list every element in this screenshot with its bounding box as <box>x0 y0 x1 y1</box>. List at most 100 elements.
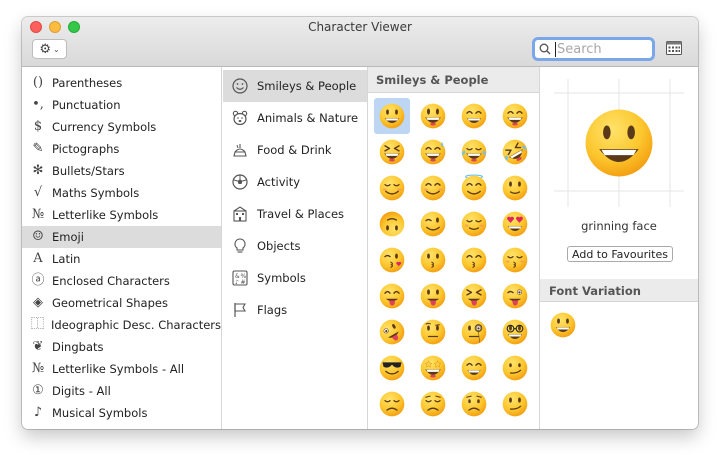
emoji-preview <box>554 79 684 207</box>
numero-all-icon: № <box>31 361 45 376</box>
category-item[interactable]: ⿰ Ideographic Desc. Characters <box>22 314 221 336</box>
add-to-favourites-button[interactable]: Add to Favourites <box>567 246 673 262</box>
gear-icon: ⚙ <box>39 41 51 57</box>
winking-face-tongue-emoji[interactable] <box>497 278 533 314</box>
category-item[interactable]: •, Punctuation <box>22 94 221 116</box>
kissing-face-smiling-eyes-emoji[interactable] <box>456 242 492 278</box>
relieved-face-emoji[interactable] <box>456 206 492 242</box>
unamused-face-emoji[interactable] <box>497 350 533 386</box>
upside-down-face-emoji[interactable] <box>374 206 410 242</box>
star-struck-emoji[interactable] <box>415 350 451 386</box>
building-icon <box>231 205 249 223</box>
grinning-face-big-eyes-emoji[interactable] <box>415 98 451 134</box>
smiling-face-smiling-eyes-emoji[interactable] <box>415 170 451 206</box>
search-input[interactable] <box>555 41 647 57</box>
nerd-face-icon <box>501 318 529 346</box>
subcategory-item[interactable]: Objects <box>223 230 367 262</box>
emoji-name: grinning face <box>581 219 657 233</box>
grinning-face-big-eyes-icon <box>419 102 447 130</box>
grinning-face-icon <box>378 102 406 130</box>
smiling-face-sunglasses-emoji[interactable] <box>374 350 410 386</box>
subcategory-label: Smileys & People <box>257 79 357 93</box>
winking-face-emoji[interactable] <box>415 206 451 242</box>
circled-one-icon: ① <box>32 383 44 398</box>
category-item[interactable]: ♪ Musical Symbols <box>22 402 221 424</box>
grinning-face-sweat-emoji[interactable] <box>415 134 451 170</box>
category-item[interactable]: ✻ Bullets/Stars <box>22 160 221 182</box>
face-with-tongue-emoji[interactable] <box>415 278 451 314</box>
smiling-face-emoji[interactable] <box>374 170 410 206</box>
search-field[interactable] <box>532 37 655 61</box>
category-item[interactable]: ☺ Emoji <box>22 226 221 248</box>
category-item[interactable]: () Parentheses <box>22 72 221 94</box>
rolling-on-floor-laughing-emoji[interactable] <box>497 134 533 170</box>
confused-face-emoji[interactable] <box>497 386 533 422</box>
category-item[interactable]: ① Digits - All <box>22 380 221 402</box>
category-item[interactable]: № Letterlike Symbols - All <box>22 358 221 380</box>
subcategory-item[interactable]: &% ♪ # Symbols <box>223 262 367 294</box>
grinning-squinting-face-emoji[interactable] <box>374 134 410 170</box>
face-blowing-kiss-emoji[interactable] <box>374 242 410 278</box>
grid-header: Smileys & People <box>368 67 539 93</box>
category-item[interactable]: ◈ Geometrical Shapes <box>22 292 221 314</box>
zany-face-emoji[interactable] <box>374 314 410 350</box>
category-item[interactable]: $ Currency Symbols <box>22 116 221 138</box>
subcategory-item[interactable]: Flags <box>223 294 367 326</box>
smiling-face-halo-emoji[interactable] <box>456 170 492 206</box>
face-tears-of-joy-emoji[interactable] <box>456 134 492 170</box>
subcategory-item[interactable]: Smileys & People <box>223 70 367 102</box>
action-menu-button[interactable]: ⚙ ⌄ <box>32 39 67 59</box>
subcategory-label: Symbols <box>257 271 306 285</box>
face-savoring-food-emoji[interactable] <box>374 278 410 314</box>
lightbulb-icon <box>231 237 249 255</box>
square-root-icon: √ <box>33 185 43 200</box>
font-variation-grinning-face[interactable] <box>549 311 577 339</box>
kissing-face-emoji[interactable] <box>415 242 451 278</box>
slightly-smiling-face-emoji[interactable] <box>497 170 533 206</box>
squinting-face-tongue-emoji[interactable] <box>456 278 492 314</box>
character-grid-icon[interactable] <box>666 41 682 55</box>
subcategory-item[interactable]: Animals & Nature <box>223 102 367 134</box>
winking-face-icon <box>419 210 447 238</box>
pensive-face-emoji[interactable] <box>415 386 451 422</box>
font-variation-header: Font Variation <box>540 279 698 302</box>
partying-smirk-face-emoji[interactable] <box>456 350 492 386</box>
relieved-face-icon <box>460 210 488 238</box>
grinning-face-smiling-eyes-icon <box>460 102 488 130</box>
beaming-face-emoji[interactable] <box>497 98 533 134</box>
worried-face-emoji[interactable] <box>456 386 492 422</box>
grinning-face-smiling-eyes-emoji[interactable] <box>456 98 492 134</box>
smiling-face-sunglasses-icon <box>378 354 406 382</box>
zany-face-icon <box>378 318 406 346</box>
category-item[interactable]: A Latin <box>22 248 221 270</box>
subcategory-item[interactable]: Food & Drink <box>223 134 367 166</box>
subcategory-item[interactable]: Travel & Places <box>223 198 367 230</box>
parentheses-icon: () <box>32 75 44 90</box>
category-item[interactable]: № Letterlike Symbols <box>22 204 221 226</box>
category-label: Digits - All <box>52 384 111 398</box>
food-icon <box>231 141 249 159</box>
category-item[interactable]: √ Maths Symbols <box>22 182 221 204</box>
heart-eyes-face-icon <box>501 210 529 238</box>
punctuation-icon: •, <box>32 97 44 112</box>
kissing-face-closed-eyes-emoji[interactable] <box>497 242 533 278</box>
category-item[interactable]: ✎ Pictographs <box>22 138 221 160</box>
numero-icon: № <box>31 207 45 222</box>
circled-a-icon: ⓐ <box>31 273 45 288</box>
grinning-face-emoji[interactable] <box>374 98 410 134</box>
category-label: Emoji <box>52 230 84 244</box>
face-savoring-food-icon <box>378 282 406 310</box>
face-raised-eyebrow-emoji[interactable] <box>415 314 451 350</box>
category-item[interactable]: ⓐ Enclosed Characters <box>22 270 221 292</box>
star-struck-icon <box>419 354 447 382</box>
chevron-down-icon: ⌄ <box>52 44 60 54</box>
category-item[interactable]: ❦ Dingbats <box>22 336 221 358</box>
dollar-icon: $ <box>33 119 43 134</box>
subcategory-item[interactable]: Activity <box>223 166 367 198</box>
nerd-face-emoji[interactable] <box>497 314 533 350</box>
heart-eyes-face-emoji[interactable] <box>497 206 533 242</box>
kissing-face-closed-eyes-icon <box>501 246 529 274</box>
face-with-monocle-emoji[interactable] <box>456 314 492 350</box>
disappointed-face-emoji[interactable] <box>374 386 410 422</box>
svg-text:♪: ♪ <box>235 279 239 286</box>
